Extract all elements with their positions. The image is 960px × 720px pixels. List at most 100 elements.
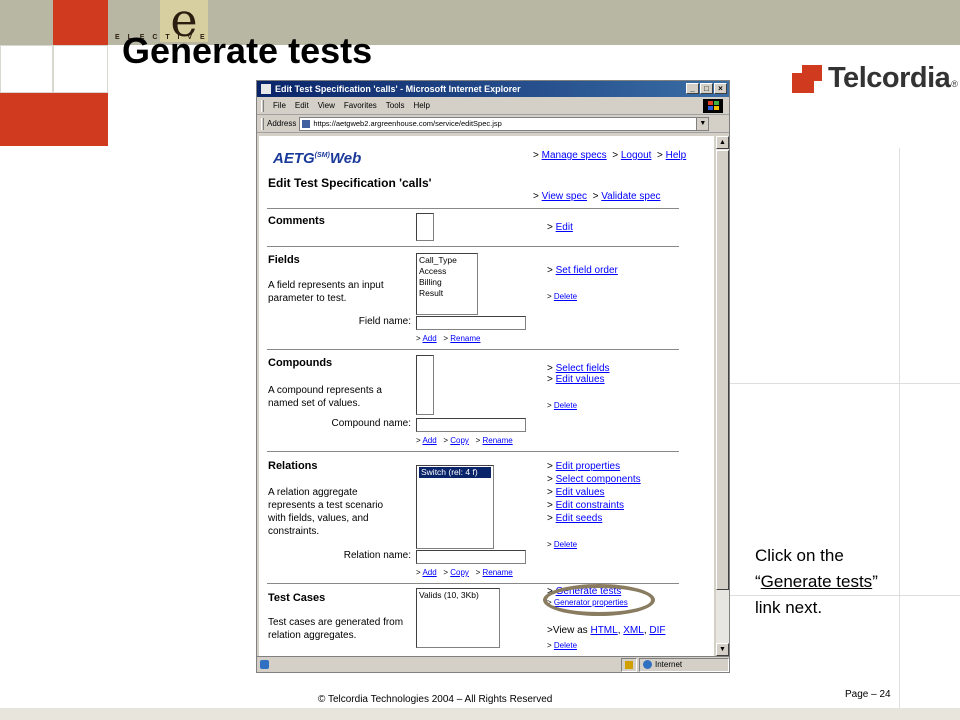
- window-title: Edit Test Specification 'calls' - Micros…: [275, 84, 521, 94]
- minimize-button[interactable]: _: [686, 83, 699, 94]
- logout-link[interactable]: Logout: [621, 150, 652, 161]
- menu-tools[interactable]: Tools: [386, 101, 405, 110]
- select-components-link[interactable]: Select components: [556, 474, 641, 485]
- fields-links: > Set field order: [547, 265, 618, 276]
- caption-link-text: Generate tests: [760, 572, 873, 591]
- delete-compound-link[interactable]: Delete: [554, 401, 577, 410]
- maximize-button[interactable]: □: [700, 83, 713, 94]
- delete-test-cases-link[interactable]: Delete: [554, 641, 577, 650]
- view-xml-link[interactable]: XML: [623, 625, 644, 636]
- edit-seeds-link[interactable]: Edit seeds: [556, 513, 603, 524]
- set-field-order-link[interactable]: Set field order: [556, 265, 618, 276]
- compounds-heading: Compounds: [268, 357, 333, 369]
- status-cell: [621, 657, 637, 672]
- delete-relation-link[interactable]: Delete: [554, 540, 577, 549]
- decor-square: [0, 93, 53, 146]
- decor-square: [53, 93, 108, 146]
- menu-help[interactable]: Help: [413, 101, 429, 110]
- relations-links: > Edit properties > Select components > …: [547, 461, 641, 524]
- copyright: © Telcordia Technologies 2004 – All Righ…: [318, 694, 553, 705]
- list-item[interactable]: Access: [419, 266, 475, 277]
- vertical-scrollbar[interactable]: ▲ ▼: [716, 136, 729, 656]
- highlight-ring: [543, 584, 655, 616]
- menu-favorites[interactable]: Favorites: [344, 101, 377, 110]
- compounds-list[interactable]: [416, 355, 434, 415]
- edit-values-link[interactable]: Edit values: [556, 487, 605, 498]
- address-input[interactable]: https://aetgweb2.argreenhouse.com/servic…: [299, 116, 710, 131]
- decor-square: [53, 45, 108, 93]
- add-relation-link[interactable]: Add: [422, 568, 436, 577]
- list-item-selected[interactable]: Switch (rel: 4 f): [419, 467, 491, 478]
- page-content: AETG(SM)Web > Manage specs > Logout > He…: [259, 136, 714, 656]
- test-cases-delete: > Delete: [547, 641, 578, 650]
- view-spec-link[interactable]: View spec: [542, 191, 587, 202]
- relations-description: A relation aggregate represents a test s…: [268, 487, 384, 537]
- test-cases-list[interactable]: Valids (10, 3Kb): [416, 588, 500, 648]
- instruction-caption: Click on the “Generate tests” link next.: [755, 543, 878, 621]
- list-item[interactable]: Call_Type: [419, 255, 475, 266]
- top-links: > Manage specs > Logout > Help: [533, 150, 687, 161]
- edit-properties-link[interactable]: Edit properties: [556, 461, 620, 472]
- relations-delete: > Delete: [547, 540, 578, 549]
- view-as-label: >View as: [547, 625, 588, 636]
- list-item[interactable]: Result: [419, 288, 475, 299]
- section-divider: [267, 349, 679, 350]
- menu-edit[interactable]: Edit: [295, 101, 309, 110]
- field-name-input[interactable]: [416, 316, 526, 330]
- compound-actions: > Add > Copy > Rename: [416, 436, 513, 445]
- close-button[interactable]: ×: [714, 83, 727, 94]
- scroll-up-icon[interactable]: ▲: [716, 136, 729, 149]
- rename-field-link[interactable]: Rename: [450, 334, 480, 343]
- caption-line: Click on the: [755, 546, 844, 565]
- status-bar: Internet: [257, 656, 729, 672]
- delete-field-link[interactable]: Delete: [554, 292, 577, 301]
- ie-icon: [261, 84, 271, 94]
- menu-view[interactable]: View: [318, 101, 335, 110]
- relation-name-input[interactable]: [416, 550, 526, 564]
- validate-spec-link[interactable]: Validate spec: [601, 191, 660, 202]
- menu-bar: File Edit View Favorites Tools Help: [257, 97, 729, 115]
- select-fields-link[interactable]: Select fields: [556, 363, 610, 374]
- field-actions: > Add > Rename: [416, 334, 481, 343]
- help-link[interactable]: Help: [666, 150, 687, 161]
- scroll-down-icon[interactable]: ▼: [716, 643, 729, 656]
- copy-relation-link[interactable]: Copy: [450, 568, 469, 577]
- compounds-links: > Select fields > Edit values: [547, 363, 610, 385]
- rename-compound-link[interactable]: Rename: [483, 436, 513, 445]
- scroll-thumb[interactable]: [716, 150, 729, 590]
- menu-file[interactable]: File: [273, 101, 286, 110]
- list-item[interactable]: Valids (10, 3Kb): [419, 590, 497, 601]
- manage-specs-link[interactable]: Manage specs: [542, 150, 607, 161]
- toolbar-grip[interactable]: [261, 99, 264, 112]
- caption-line: “Generate tests”: [755, 572, 878, 591]
- window-titlebar[interactable]: Edit Test Specification 'calls' - Micros…: [257, 81, 729, 97]
- telcordia-logo: Telcordia ®: [792, 62, 958, 95]
- test-cases-description: Test cases are generated from relation a…: [268, 617, 404, 641]
- registered-mark: ®: [951, 78, 958, 89]
- toolbar-grip[interactable]: [261, 117, 264, 130]
- footer-band: [0, 708, 960, 720]
- edit-comments-link[interactable]: Edit: [556, 222, 573, 233]
- address-dropdown-icon[interactable]: ▼: [696, 117, 709, 130]
- page-icon: [302, 119, 311, 128]
- caption-line: link next.: [755, 598, 823, 617]
- fields-list[interactable]: Call_Type Access Billing Result: [416, 253, 478, 315]
- spec-links: > View spec > Validate spec: [533, 191, 661, 202]
- add-compound-link[interactable]: Add: [422, 436, 436, 445]
- edit-values-link[interactable]: Edit values: [556, 374, 605, 385]
- relations-heading: Relations: [268, 460, 318, 472]
- add-field-link[interactable]: Add: [422, 334, 436, 343]
- page-number: Page – 24: [845, 689, 891, 700]
- comments-box[interactable]: [416, 213, 434, 241]
- relations-list[interactable]: Switch (rel: 4 f): [416, 465, 494, 549]
- view-dif-link[interactable]: DIF: [649, 625, 665, 636]
- globe-icon: [643, 660, 652, 669]
- view-html-link[interactable]: HTML: [590, 625, 617, 636]
- edit-constraints-link[interactable]: Edit constraints: [556, 500, 624, 511]
- list-item[interactable]: Billing: [419, 277, 475, 288]
- compound-name-input[interactable]: [416, 418, 526, 432]
- comments-heading: Comments: [268, 215, 325, 227]
- copy-compound-link[interactable]: Copy: [450, 436, 469, 445]
- section-divider: [267, 451, 679, 452]
- rename-relation-link[interactable]: Rename: [483, 568, 513, 577]
